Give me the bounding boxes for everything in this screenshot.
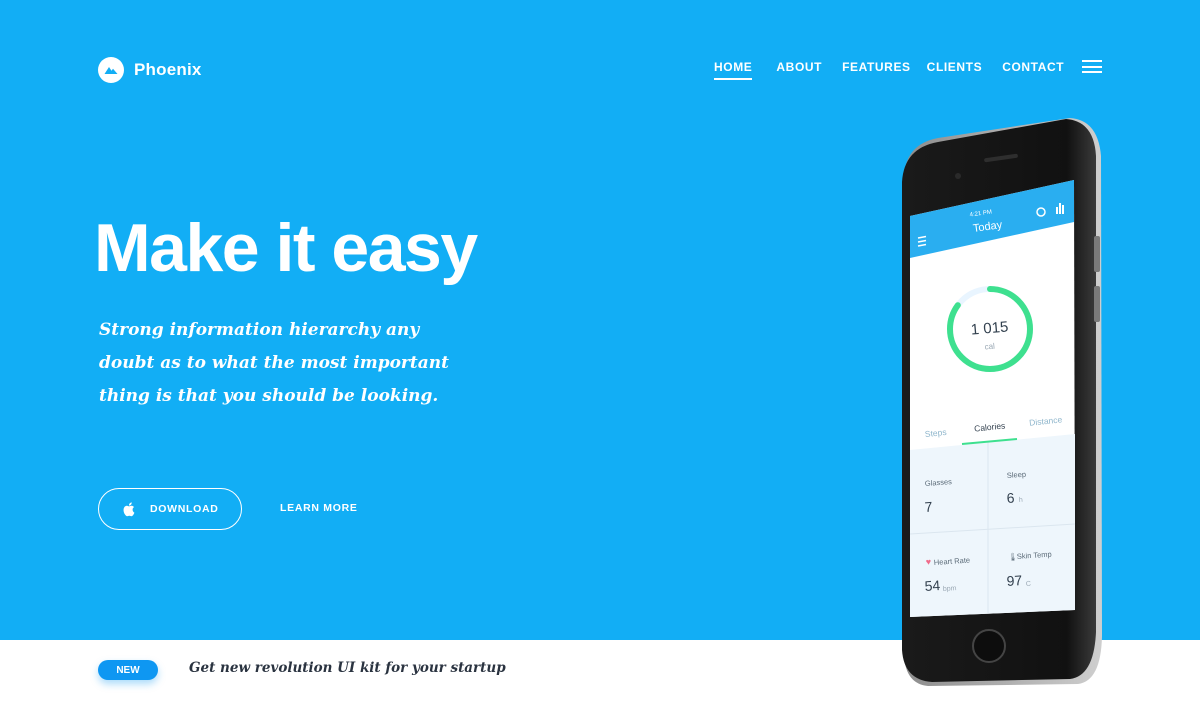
stat-skin-unit: C — [1026, 581, 1032, 588]
nav-about[interactable]: ABOUT — [776, 60, 822, 80]
stat-sleep-unit: h — [1019, 497, 1023, 504]
brand-logo[interactable]: Phoenix — [98, 57, 202, 83]
hero-subline: Strong information hierarchy any doubt a… — [99, 320, 449, 406]
stat-glasses-label: Glasses — [925, 477, 953, 488]
nav-home[interactable]: HOME — [714, 60, 753, 80]
download-label: DOWNLOAD — [150, 503, 219, 515]
calories-value: 1 015 — [970, 318, 1009, 338]
calories-unit: cal — [984, 342, 995, 352]
learn-more-link[interactable]: LEARN MORE — [280, 502, 358, 514]
nav-contact[interactable]: CONTACT — [1002, 60, 1064, 80]
nav-clients[interactable]: CLIENTS — [927, 60, 983, 80]
heart-icon: ♥ — [925, 557, 931, 567]
download-button[interactable]: DOWNLOAD — [98, 488, 242, 530]
hamburger-icon[interactable] — [1082, 60, 1102, 73]
stat-glasses-value: 7 — [924, 498, 933, 515]
brand-name: Phoenix — [134, 60, 202, 79]
stat-sleep-value: 6 — [1006, 489, 1015, 506]
nav-features[interactable]: FEATURES — [842, 60, 911, 80]
hero-headline: Make it easy — [94, 210, 478, 286]
stat-skin-value: 97 — [1006, 572, 1023, 589]
mountain-icon — [98, 57, 124, 83]
main-nav: HOME ABOUT FEATURES CLIENTS CONTACT — [700, 60, 1084, 80]
apple-icon — [123, 502, 135, 517]
phone-screen: 4:21 PM Today 1 015 cal Steps Calories D… — [909, 180, 1076, 617]
stat-heart-unit: bpm — [943, 585, 957, 593]
phone-mockup: 4:21 PM Today 1 015 cal Steps Calories D… — [898, 116, 1108, 688]
stat-heart-value: 54 — [924, 577, 941, 594]
announcement-text[interactable]: Get new revolution UI kit for your start… — [189, 660, 506, 676]
stat-sleep-label: Sleep — [1007, 470, 1027, 480]
home-button[interactable] — [972, 629, 1006, 663]
new-badge: NEW — [98, 660, 158, 680]
